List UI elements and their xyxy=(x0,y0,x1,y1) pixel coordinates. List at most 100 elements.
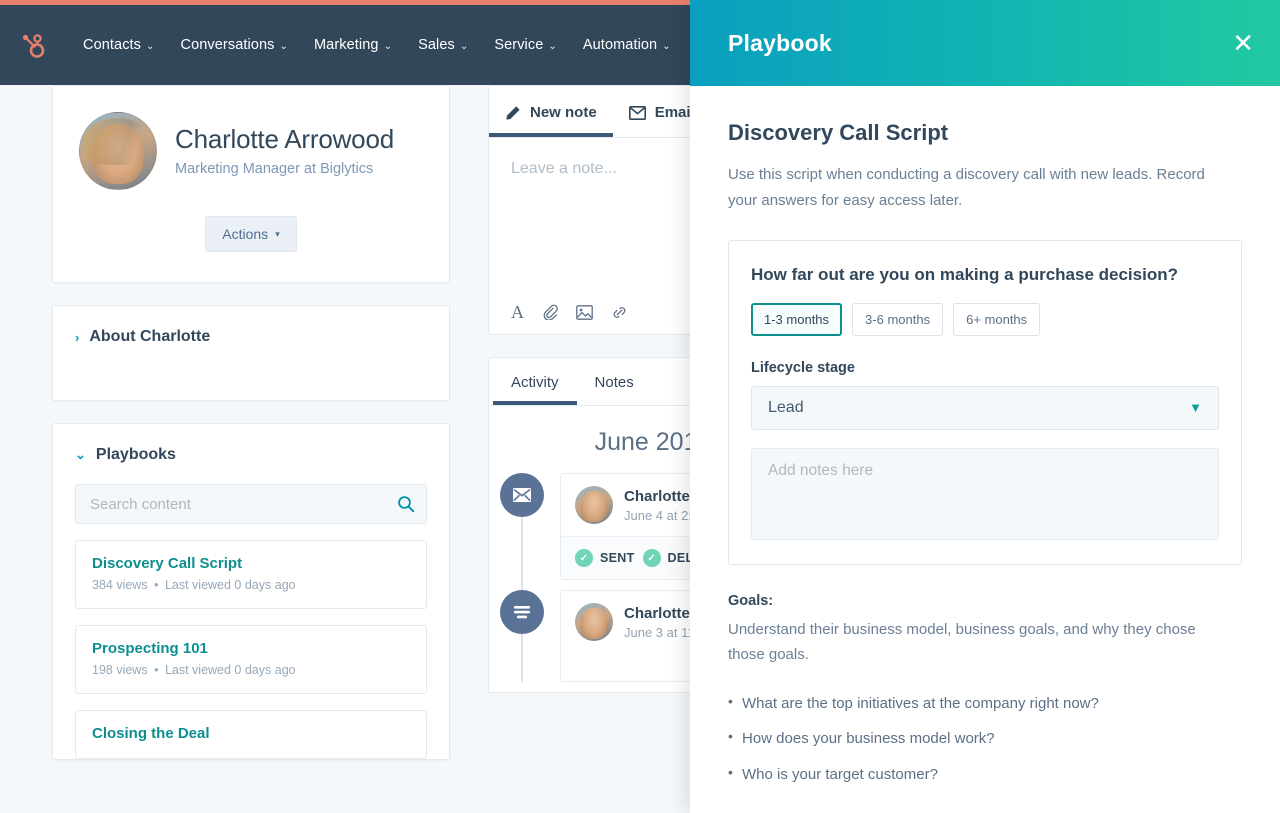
goals-question-list: What are the top initiatives at the comp… xyxy=(728,691,1242,786)
hubspot-logo-icon[interactable] xyxy=(14,28,48,62)
nav-item-label: Marketing xyxy=(314,37,379,53)
chevron-down-icon: ⌄ xyxy=(662,40,671,52)
timeline-entry-header: Charlotte A June 4 at 2:18 xyxy=(575,486,690,524)
option-6-plus-months[interactable]: 6+ months xyxy=(953,302,1041,336)
check-icon: ✓ xyxy=(642,549,661,567)
check-icon: ✓ xyxy=(575,549,593,567)
nav-item-automation[interactable]: Automation ⌄ xyxy=(570,29,684,61)
playbook-last-viewed: Last viewed 0 days ago xyxy=(164,578,296,592)
note-placeholder: Leave a note... xyxy=(511,160,617,177)
playbook-panel: Playbook ✕ Discovery Call Script Use thi… xyxy=(690,0,1280,813)
avatar xyxy=(575,603,613,641)
playbook-panel-header: Playbook ✕ xyxy=(690,0,1280,86)
goals-description: Understand their business model, busines… xyxy=(728,620,1196,664)
chevron-down-icon: ⌄ xyxy=(383,40,393,52)
tab-email[interactable]: Email xyxy=(613,86,690,137)
nav-item-sales[interactable]: Sales ⌄ xyxy=(405,29,481,61)
actions-button-label: Actions xyxy=(222,226,269,242)
question-notes-input[interactable]: Add notes here xyxy=(751,447,1219,540)
center-column: New note Email Leave a note... xyxy=(488,85,690,693)
status-label: DEL xyxy=(667,551,690,565)
list-item: What are the top initiatives at the comp… xyxy=(728,691,1242,715)
playbook-list-item[interactable]: Prospecting 101 198 views • Last viewed … xyxy=(75,625,427,694)
nav-item-label: Contacts xyxy=(83,37,142,53)
nav-item-contacts[interactable]: Contacts ⌄ xyxy=(70,29,168,61)
playbook-question-card: How far out are you on making a purchase… xyxy=(728,239,1242,565)
link-icon[interactable] xyxy=(611,305,628,320)
note-input-area[interactable]: Leave a note... A xyxy=(489,138,690,334)
meta-separator-dot: • xyxy=(154,578,159,592)
nav-item-service[interactable]: Service ⌄ xyxy=(481,29,570,61)
attachment-icon[interactable] xyxy=(542,304,558,321)
chevron-down-icon: ⌄ xyxy=(146,40,155,52)
option-1-3-months[interactable]: 1-3 months xyxy=(751,302,843,336)
top-accent-strip xyxy=(0,0,690,5)
timeline-entry-card[interactable]: Charlotte A June 4 at 2:18 ✓ SENT xyxy=(560,473,690,580)
tab-label: Notes xyxy=(594,374,634,391)
timeline-status-row: ✓ SENT ✓ DEL xyxy=(561,536,690,579)
timeline-entry-header: Charlotte A June 3 at 11:1 xyxy=(575,603,690,641)
question-text: How far out are you on making a purchase… xyxy=(751,264,1178,284)
goals-label: Goals: xyxy=(728,592,774,609)
nav-item-conversations[interactable]: Conversations ⌄ xyxy=(168,29,301,61)
playbook-title: Closing the Deal xyxy=(92,725,210,742)
nav-item-label: Conversations xyxy=(180,37,275,53)
composer-tab-list: New note Email xyxy=(489,86,690,138)
tab-label: Email xyxy=(654,104,690,121)
envelope-icon xyxy=(628,105,646,120)
timeline-entry: Charlotte A June 3 at 11:1 xyxy=(489,590,690,682)
timeline-timestamp: June 3 at 11:1 xyxy=(624,624,690,640)
tab-label: Activity xyxy=(511,374,559,391)
status-badge: ✓ SENT xyxy=(575,549,635,567)
playbook-panel-title: Playbook xyxy=(728,29,832,56)
contact-summary-card: Charlotte Arrowood Marketing Manager at … xyxy=(52,85,450,283)
chevron-down-icon: ⌄ xyxy=(459,40,469,52)
tab-label: New note xyxy=(530,104,597,121)
playbook-views: 198 views xyxy=(92,663,148,677)
avatar xyxy=(79,112,157,190)
chevron-down-icon: ▾ xyxy=(275,228,280,239)
playbook-search xyxy=(75,484,427,524)
activity-timeline: Charlotte A June 4 at 2:18 ✓ SENT xyxy=(489,473,690,682)
playbook-list-item[interactable]: Discovery Call Script 384 views • Last v… xyxy=(75,540,427,609)
playbook-meta: 384 views • Last viewed 0 days ago xyxy=(92,578,410,592)
playbook-title: Discovery Call Script xyxy=(92,555,243,572)
note-icon xyxy=(500,590,544,634)
about-section-toggle[interactable]: › About Charlotte xyxy=(75,328,427,346)
chevron-down-icon: ⌄ xyxy=(75,447,86,462)
playbook-list-item[interactable]: Closing the Deal xyxy=(75,710,427,759)
chevron-down-icon: ▼ xyxy=(1189,400,1202,416)
meta-separator-dot: • xyxy=(154,663,159,677)
avatar xyxy=(575,486,613,524)
tab-new-note[interactable]: New note xyxy=(489,86,613,137)
lifecycle-stage-select[interactable]: Lead ▼ xyxy=(751,385,1219,430)
tab-notes[interactable]: Notes xyxy=(577,358,652,405)
playbooks-section-title: Playbooks xyxy=(95,446,176,463)
image-icon[interactable] xyxy=(576,304,593,320)
actions-button[interactable]: Actions ▾ xyxy=(205,216,297,252)
option-3-6-months[interactable]: 3-6 months xyxy=(852,302,944,336)
search-input[interactable] xyxy=(75,484,427,524)
select-selected-value: Lead xyxy=(768,398,804,416)
tab-activity[interactable]: Activity xyxy=(493,358,577,405)
status-label: SENT xyxy=(600,551,635,565)
nav-item-marketing[interactable]: Marketing ⌄ xyxy=(301,29,405,61)
playbook-last-viewed: Last viewed 0 days ago xyxy=(164,663,296,677)
nav-item-label: Sales xyxy=(418,37,455,53)
activity-month-heading: June 2017 xyxy=(594,428,690,456)
status-badge: ✓ DEL xyxy=(642,549,690,567)
activity-tab-list: Activity Notes xyxy=(489,358,690,406)
left-sidebar-column: Charlotte Arrowood Marketing Manager at … xyxy=(52,85,450,760)
nav-item-label: Service xyxy=(494,37,544,53)
timeline-entry-card[interactable]: Charlotte A June 3 at 11:1 xyxy=(560,590,690,682)
playbooks-section-toggle[interactable]: ⌄ Playbooks xyxy=(75,446,427,464)
chevron-down-icon: ⌄ xyxy=(279,40,288,52)
about-section-card: › About Charlotte xyxy=(52,305,450,401)
main-navigation-bar: Contacts ⌄ Conversations ⌄ Marketing ⌄ S… xyxy=(0,5,690,85)
timeline-timestamp: June 4 at 2:18 xyxy=(624,507,690,523)
close-icon[interactable]: ✕ xyxy=(1232,30,1254,56)
playbook-meta: 198 views • Last viewed 0 days ago xyxy=(92,663,410,677)
email-icon xyxy=(500,473,544,517)
page-body: Charlotte Arrowood Marketing Manager at … xyxy=(0,85,690,813)
nav-item-label: Automation xyxy=(582,37,658,53)
